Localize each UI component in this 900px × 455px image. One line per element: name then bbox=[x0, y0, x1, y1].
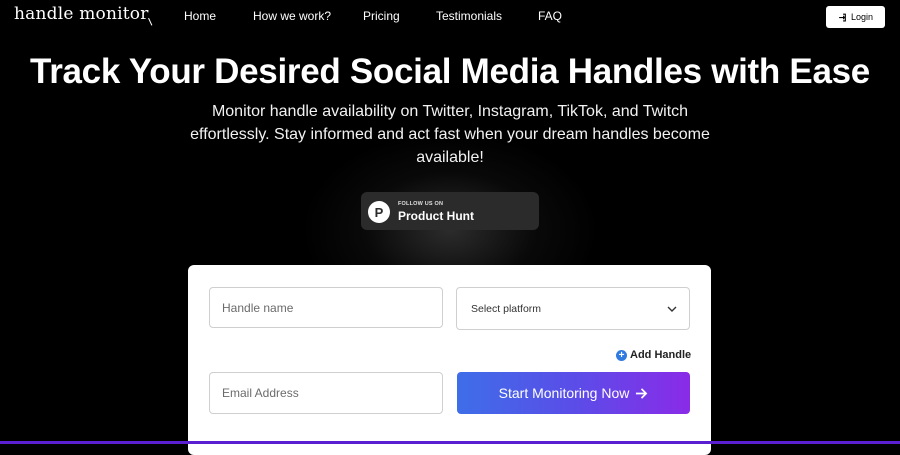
hero-subtitle: Monitor handle availability on Twitter, … bbox=[190, 103, 710, 166]
arrow-right-icon bbox=[636, 387, 648, 399]
handle-name-input[interactable] bbox=[209, 287, 443, 328]
platform-select-value: Select platform bbox=[471, 302, 542, 315]
nav-how-we-work[interactable]: How we work? bbox=[253, 9, 331, 23]
platform-select[interactable]: Select platform bbox=[456, 287, 690, 330]
nav-pricing[interactable]: Pricing bbox=[363, 9, 400, 23]
login-button[interactable]: Login bbox=[826, 6, 885, 28]
login-icon bbox=[839, 13, 846, 21]
start-monitoring-label: Start Monitoring Now bbox=[498, 385, 630, 401]
nav-testimonials[interactable]: Testimonials bbox=[436, 9, 502, 23]
product-hunt-logo-icon: P bbox=[368, 201, 390, 223]
add-handle-label: Add Handle bbox=[630, 349, 692, 361]
email-input[interactable] bbox=[209, 372, 443, 414]
login-label: Login bbox=[850, 12, 874, 22]
nav-home[interactable]: Home bbox=[184, 9, 216, 23]
add-handle-button[interactable]: + Add Handle bbox=[616, 349, 691, 361]
logo-tail-icon bbox=[142, 17, 152, 29]
chevron-down-icon bbox=[667, 306, 677, 312]
hero-title: Track Your Desired Social Media Handles … bbox=[30, 52, 870, 91]
product-hunt-caption: FOLLOW US ON bbox=[398, 201, 444, 207]
product-hunt-name: Product Hunt bbox=[398, 209, 474, 223]
logo-text: handle monitor bbox=[14, 4, 149, 24]
plus-circle-icon: + bbox=[616, 349, 627, 361]
monitor-form-card: Select platform + Add Handle Start Monit… bbox=[188, 265, 711, 455]
nav-faq[interactable]: FAQ bbox=[538, 9, 562, 23]
start-monitoring-button[interactable]: Start Monitoring Now bbox=[457, 372, 690, 414]
logo[interactable]: handle monitor bbox=[14, 4, 152, 29]
product-hunt-badge[interactable]: P FOLLOW US ON Product Hunt bbox=[361, 192, 539, 230]
